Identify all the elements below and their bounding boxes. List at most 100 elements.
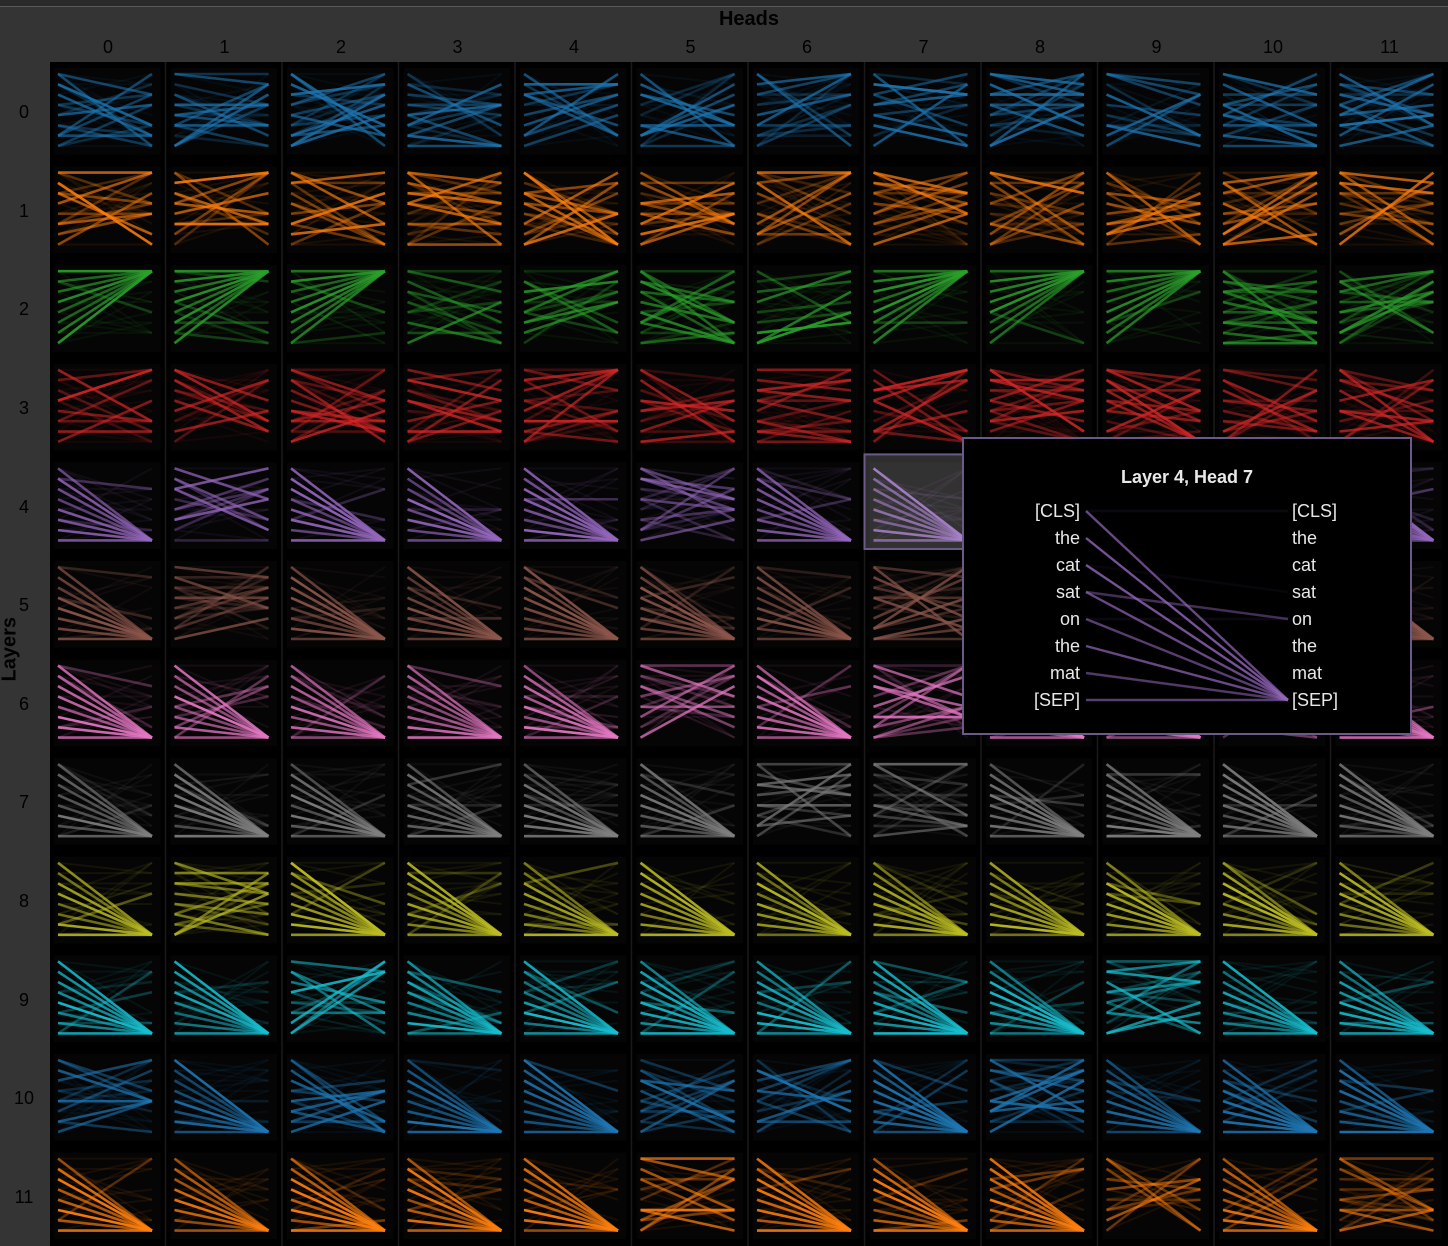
head-cell-l1-h6[interactable] [753, 166, 860, 254]
head-cell-l2-h9[interactable] [1102, 265, 1210, 352]
head-cell-l5-h6[interactable] [753, 561, 860, 648]
head-cell-l9-h0[interactable] [54, 955, 161, 1042]
head-cell-l10-h11[interactable] [1335, 1054, 1443, 1141]
head-cell-l10-h6[interactable] [753, 1054, 860, 1141]
head-cell-l10-h3[interactable] [403, 1054, 511, 1141]
head-cell-l0-h0[interactable] [54, 68, 161, 155]
head-cell-l9-h1[interactable] [170, 955, 278, 1042]
head-cell-l2-h7[interactable] [869, 265, 977, 352]
head-cell-l2-h10[interactable] [1219, 265, 1326, 352]
head-cell-l2-h11[interactable] [1335, 265, 1443, 352]
head-cell-l0-h10[interactable] [1219, 68, 1326, 155]
head-cell-l2-h2[interactable] [287, 265, 394, 352]
head-cell-l9-h11[interactable] [1335, 955, 1443, 1042]
head-cell-l8-h3[interactable] [403, 856, 511, 944]
head-cell-l10-h0[interactable] [54, 1054, 161, 1141]
head-cell-l11-h1[interactable] [170, 1152, 278, 1240]
head-cell-l11-h11[interactable] [1335, 1152, 1443, 1240]
head-cell-l1-h7[interactable] [869, 166, 977, 254]
head-cell-l8-h1[interactable] [170, 856, 278, 944]
head-cell-l10-h8[interactable] [986, 1054, 1093, 1141]
head-cell-l10-h9[interactable] [1102, 1054, 1210, 1141]
head-cell-l11-h8[interactable] [986, 1152, 1093, 1240]
head-cell-l9-h9[interactable] [1102, 955, 1210, 1042]
head-cell-l3-h7[interactable] [869, 363, 977, 451]
head-cell-l9-h7[interactable] [869, 955, 977, 1042]
head-cell-l8-h9[interactable] [1102, 856, 1210, 944]
head-cell-l11-h10[interactable] [1219, 1152, 1326, 1240]
head-cell-l8-h0[interactable] [54, 856, 161, 944]
head-cell-l0-h8[interactable] [986, 68, 1093, 155]
head-cell-l7-h4[interactable] [520, 758, 627, 845]
head-cell-l8-h8[interactable] [986, 856, 1093, 944]
head-cell-l10-h1[interactable] [170, 1054, 278, 1141]
head-cell-l2-h1[interactable] [170, 265, 278, 352]
head-cell-l2-h4[interactable] [520, 265, 627, 352]
head-cell-l3-h3[interactable] [403, 363, 511, 451]
head-cell-l5-h1[interactable] [170, 561, 278, 648]
head-cell-l5-h0[interactable] [54, 561, 161, 648]
head-cell-l4-h2[interactable] [287, 462, 394, 549]
head-cell-l9-h2[interactable] [287, 955, 394, 1042]
head-cell-l2-h0[interactable] [54, 265, 161, 352]
head-cell-l11-h2[interactable] [287, 1152, 394, 1240]
head-cell-l9-h6[interactable] [753, 955, 860, 1042]
head-cell-l6-h1[interactable] [170, 659, 278, 747]
head-cell-l1-h0[interactable] [54, 166, 161, 254]
head-cell-l3-h6[interactable] [753, 363, 860, 451]
head-cell-l11-h3[interactable] [403, 1152, 511, 1240]
head-cell-l9-h5[interactable] [636, 955, 744, 1042]
head-cell-l3-h4[interactable] [520, 363, 627, 451]
head-cell-l1-h4[interactable] [520, 166, 627, 254]
head-cell-l0-h5[interactable] [636, 68, 744, 155]
head-cell-l2-h6[interactable] [753, 265, 860, 352]
head-cell-l9-h10[interactable] [1219, 955, 1326, 1042]
head-cell-l8-h2[interactable] [287, 856, 394, 944]
head-cell-l7-h1[interactable] [170, 758, 278, 845]
head-cell-l1-h3[interactable] [403, 166, 511, 254]
head-cell-l0-h2[interactable] [287, 68, 394, 155]
head-cell-l10-h10[interactable] [1219, 1054, 1326, 1141]
head-cell-l1-h2[interactable] [287, 166, 394, 254]
head-cell-l5-h2[interactable] [287, 561, 394, 648]
head-cell-l7-h10[interactable] [1219, 758, 1326, 845]
head-cell-l1-h10[interactable] [1219, 166, 1326, 254]
head-cell-l0-h4[interactable] [520, 68, 627, 155]
head-cell-l6-h4[interactable] [520, 659, 627, 747]
head-cell-l6-h3[interactable] [403, 659, 511, 747]
head-cell-l6-h2[interactable] [287, 659, 394, 747]
head-cell-l5-h4[interactable] [520, 561, 627, 648]
head-cell-l10-h5[interactable] [636, 1054, 744, 1141]
head-cell-l7-h6[interactable] [753, 758, 860, 845]
head-cell-l7-h7[interactable] [869, 758, 977, 845]
head-cell-l7-h3[interactable] [403, 758, 511, 845]
head-cell-l7-h8[interactable] [986, 758, 1093, 845]
head-cell-l0-h11[interactable] [1335, 68, 1443, 155]
head-cell-l0-h6[interactable] [753, 68, 860, 155]
head-cell-l8-h7[interactable] [869, 856, 977, 944]
head-cell-l8-h10[interactable] [1219, 856, 1326, 944]
head-cell-l7-h11[interactable] [1335, 758, 1443, 845]
head-cell-l11-h5[interactable] [636, 1152, 744, 1240]
head-cell-l1-h8[interactable] [986, 166, 1093, 254]
head-cell-l8-h11[interactable] [1335, 856, 1443, 944]
head-cell-l6-h5[interactable] [636, 659, 744, 747]
head-cell-l5-h3[interactable] [403, 561, 511, 648]
head-cell-l3-h2[interactable] [287, 363, 394, 451]
head-cell-l0-h9[interactable] [1102, 68, 1210, 155]
head-cell-l5-h5[interactable] [636, 561, 744, 648]
head-cell-l11-h9[interactable] [1102, 1152, 1210, 1240]
head-cell-l2-h5[interactable] [636, 265, 744, 352]
head-cell-l9-h4[interactable] [520, 955, 627, 1042]
head-cell-l8-h6[interactable] [753, 856, 860, 944]
head-cell-l1-h1[interactable] [170, 166, 278, 254]
head-cell-l3-h5[interactable] [636, 363, 744, 451]
head-cell-l0-h7[interactable] [869, 68, 977, 155]
head-cell-l9-h3[interactable] [403, 955, 511, 1042]
head-cell-l11-h7[interactable] [869, 1152, 977, 1240]
head-cell-l9-h8[interactable] [986, 955, 1093, 1042]
head-cell-l10-h2[interactable] [287, 1054, 394, 1141]
head-cell-l11-h4[interactable] [520, 1152, 627, 1240]
head-cell-l0-h3[interactable] [403, 68, 511, 155]
head-cell-l2-h3[interactable] [403, 265, 511, 352]
